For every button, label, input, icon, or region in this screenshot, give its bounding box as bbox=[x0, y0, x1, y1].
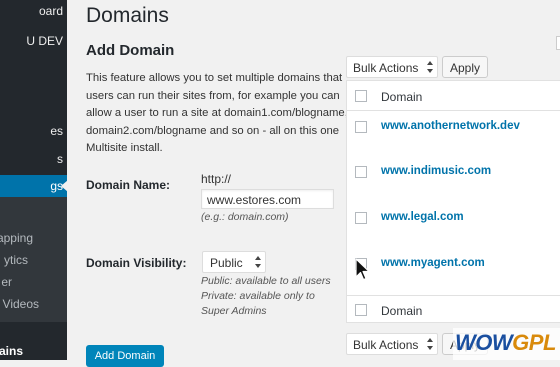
sidebar-item-site[interactable]: U DEV bbox=[0, 30, 67, 52]
sidebar-item-sites[interactable]: es bbox=[0, 120, 67, 142]
select-arrows-icon bbox=[255, 256, 261, 268]
mouse-cursor-icon bbox=[355, 258, 370, 281]
domain-visibility-label: Domain Visibility: bbox=[86, 256, 187, 270]
watermark-gpl: GPL bbox=[512, 330, 556, 355]
table-footer-row: Domain bbox=[347, 296, 560, 324]
screen-options-edge[interactable] bbox=[556, 36, 560, 50]
column-header-domain[interactable]: Domain bbox=[381, 90, 422, 104]
domain-name-label: Domain Name: bbox=[86, 178, 171, 192]
bulk-actions-select-bottom[interactable]: Bulk Actions bbox=[346, 333, 438, 355]
select-arrows-icon bbox=[427, 338, 433, 350]
http-prefix: http:// bbox=[201, 172, 232, 186]
domain-link[interactable]: www.indimusic.com bbox=[381, 165, 491, 177]
visibility-note-admins: Super Admins bbox=[201, 305, 267, 317]
domain-hint: (e.g.: domain.com) bbox=[201, 211, 289, 223]
select-all-checkbox[interactable] bbox=[355, 90, 367, 102]
domain-visibility-select[interactable]: Public bbox=[202, 251, 266, 273]
add-domain-heading: Add Domain bbox=[86, 42, 175, 59]
row-checkbox[interactable] bbox=[355, 121, 367, 133]
visibility-note-public: Public: available to all users bbox=[201, 275, 331, 287]
submenu-label: er bbox=[1, 275, 12, 289]
admin-sidebar: oard U DEV es s gs apping ytics er V Vid… bbox=[0, 0, 67, 360]
table-row: www.legal.com bbox=[347, 202, 560, 248]
sidebar-item-settings[interactable]: gs bbox=[0, 175, 67, 197]
row-checkbox[interactable] bbox=[355, 212, 367, 224]
visibility-selected-value: Public bbox=[210, 256, 243, 270]
add-domain-description: This feature allows you to set multiple … bbox=[86, 72, 348, 155]
bulk-actions-select-top[interactable]: Bulk Actions bbox=[346, 56, 438, 78]
sidebar-item-label: oard bbox=[38, 4, 63, 18]
sidebar-item-label: ains bbox=[0, 344, 23, 358]
sidebar-item-label: s bbox=[57, 152, 63, 166]
domain-link[interactable]: www.legal.com bbox=[381, 211, 464, 223]
sidebar-item-label: es bbox=[50, 124, 63, 138]
domain-name-input[interactable]: www.estores.com bbox=[201, 189, 334, 209]
domains-table: Domain www.anothernetwork.dev www.indimu… bbox=[346, 80, 560, 323]
apply-button-top[interactable]: Apply bbox=[442, 56, 488, 78]
select-all-checkbox-footer[interactable] bbox=[355, 304, 367, 316]
submenu-item-other[interactable]: er bbox=[0, 272, 67, 292]
submenu-label: ytics bbox=[4, 253, 28, 267]
sidebar-item-users[interactable]: s bbox=[0, 148, 67, 170]
active-indicator bbox=[61, 180, 67, 192]
column-footer-domain[interactable]: Domain bbox=[381, 304, 422, 318]
visibility-note-private: Private: available only to bbox=[201, 290, 315, 302]
page-title: Domains bbox=[86, 4, 169, 27]
bulk-actions-label: Bulk Actions bbox=[353, 61, 419, 75]
table-row: www.myagent.com bbox=[347, 248, 560, 294]
row-checkbox[interactable] bbox=[355, 166, 367, 178]
table-row: www.anothernetwork.dev bbox=[347, 111, 560, 156]
add-domain-button[interactable]: Add Domain bbox=[86, 345, 164, 367]
submenu-item-videos[interactable]: V Videos bbox=[0, 294, 67, 314]
domain-link[interactable]: www.myagent.com bbox=[381, 257, 485, 269]
watermark-logo: WOWGPL bbox=[455, 330, 556, 356]
settings-submenu: apping ytics er V Videos bbox=[0, 197, 67, 322]
sidebar-item-label: U DEV bbox=[26, 34, 63, 48]
submenu-item-analytics[interactable]: ytics bbox=[0, 250, 67, 270]
bulk-actions-label: Bulk Actions bbox=[353, 338, 419, 352]
table-row: www.indimusic.com bbox=[347, 156, 560, 202]
submenu-item-domain-mapping[interactable]: apping bbox=[0, 228, 67, 248]
sidebar-item-dashboard[interactable]: oard bbox=[0, 0, 67, 22]
select-arrows-icon bbox=[427, 61, 433, 73]
submenu-label: apping bbox=[0, 231, 33, 245]
table-header-row: Domain bbox=[347, 81, 560, 111]
submenu-label: V Videos bbox=[0, 297, 39, 311]
domain-link[interactable]: www.anothernetwork.dev bbox=[381, 120, 520, 132]
watermark-wow: WOW bbox=[455, 330, 513, 355]
